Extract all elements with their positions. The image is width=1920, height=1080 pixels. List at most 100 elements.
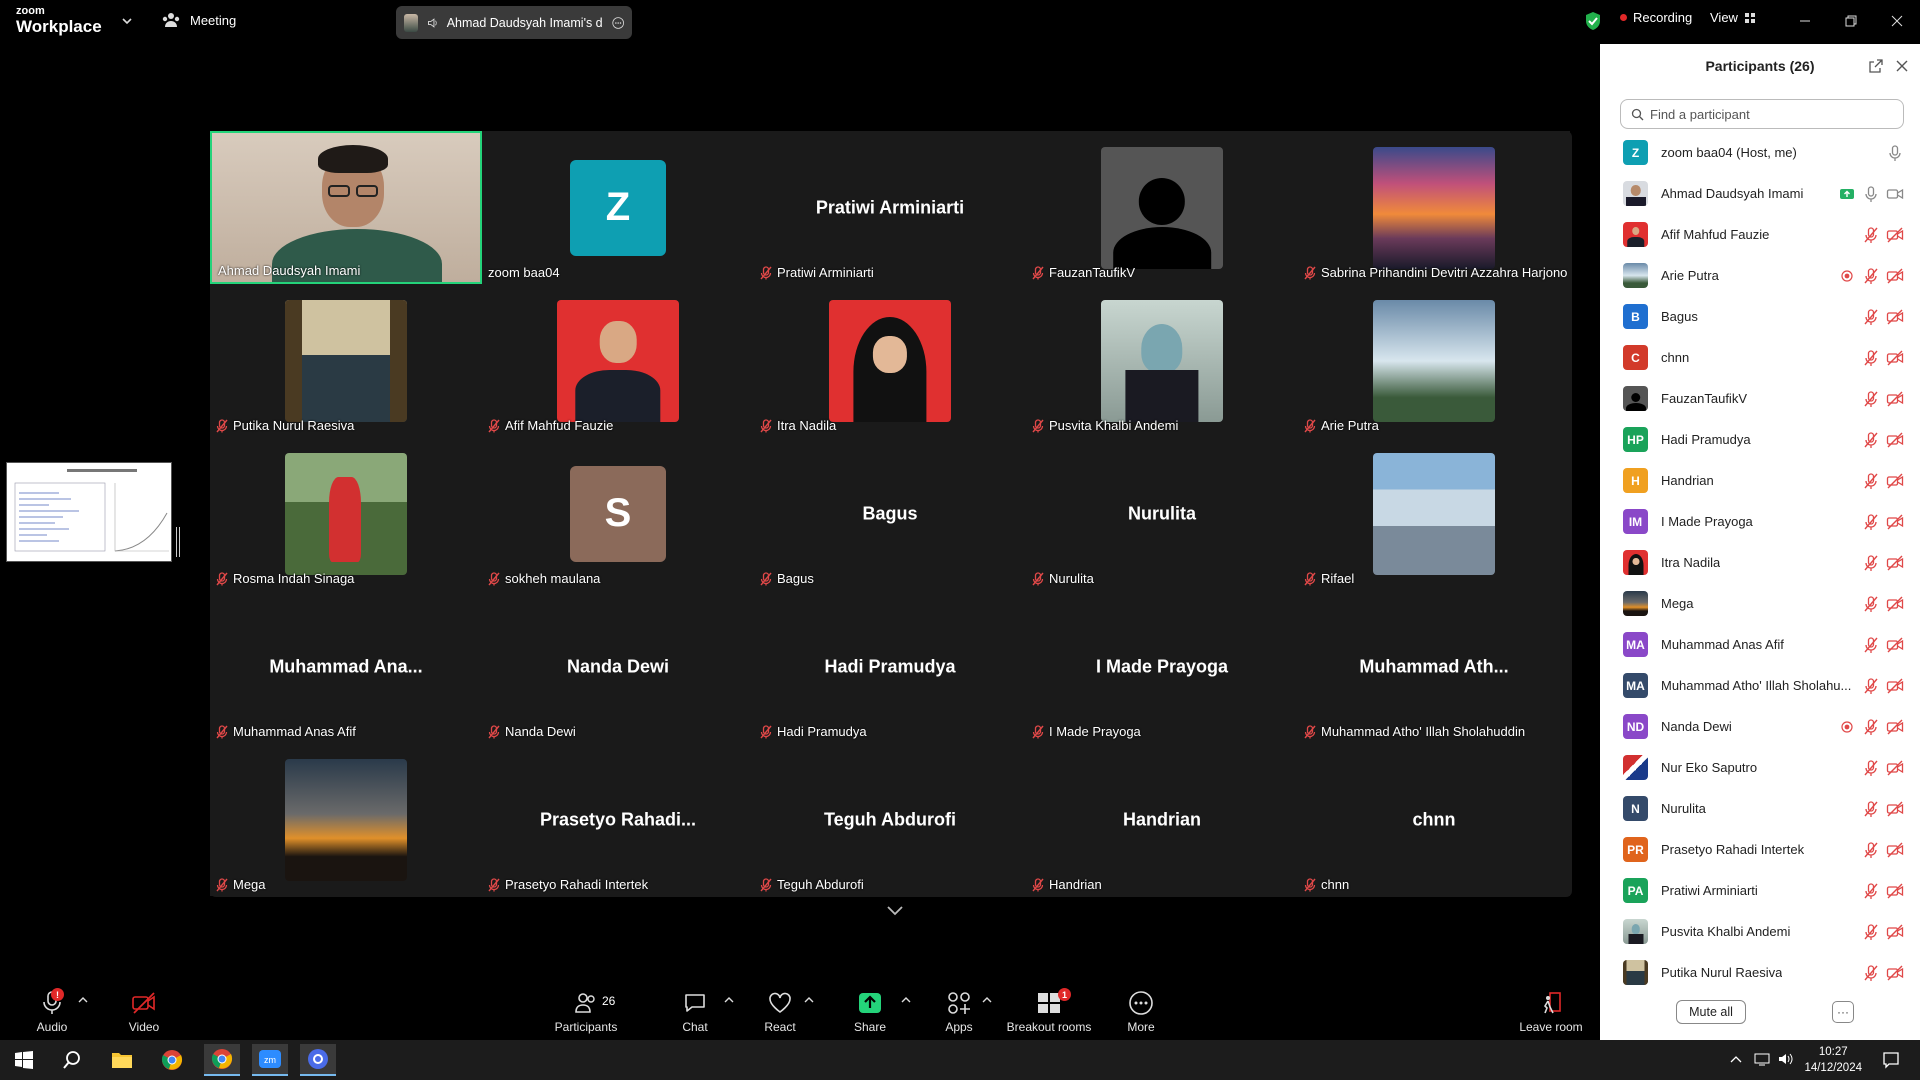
mic-off-icon[interactable]: [1862, 554, 1880, 572]
video-off-icon[interactable]: [1886, 677, 1904, 695]
video-tile[interactable]: chnn chnn: [1298, 743, 1570, 896]
participant-row[interactable]: HP Hadi Pramudya: [1600, 419, 1920, 460]
participant-row[interactable]: H Handrian: [1600, 460, 1920, 501]
video-off-icon[interactable]: [1886, 636, 1904, 654]
strip-resize-handle[interactable]: [176, 527, 180, 557]
search-input[interactable]: [1650, 106, 1890, 122]
participant-row[interactable]: PR Prasetyo Rahadi Intertek: [1600, 829, 1920, 870]
windows-start-icon[interactable]: [6, 1044, 42, 1076]
taskbar-clock[interactable]: 10:27 14/12/2024: [1804, 1044, 1862, 1076]
video-tile[interactable]: Teguh Abdurofi Teguh Abdurofi: [754, 743, 1026, 896]
participant-row[interactable]: IM I Made Prayoga: [1600, 501, 1920, 542]
video-tile[interactable]: Nanda Dewi Nanda Dewi: [482, 590, 754, 743]
mic-off-icon[interactable]: [1862, 595, 1880, 613]
participant-row[interactable]: Pusvita Khalbi Andemi: [1600, 911, 1920, 952]
recording-indicator[interactable]: Recording: [1620, 10, 1692, 25]
share-caret-icon[interactable]: [901, 996, 911, 1004]
more-options-icon[interactable]: [612, 15, 624, 31]
view-button[interactable]: View: [1710, 10, 1756, 25]
video-tile[interactable]: Muhammad Ana... Muhammad Anas Afif: [210, 590, 482, 743]
video-off-icon[interactable]: [1886, 964, 1904, 982]
video-tile[interactable]: FauzanTaufikV: [1026, 131, 1298, 284]
video-off-icon[interactable]: [1886, 554, 1904, 572]
video-off-icon[interactable]: [1886, 882, 1904, 900]
mic-off-icon[interactable]: [1862, 513, 1880, 531]
mic-off-icon[interactable]: [1862, 636, 1880, 654]
mic-off-icon[interactable]: [1862, 390, 1880, 408]
meeting-info-button[interactable]: Meeting: [162, 12, 236, 28]
video-off-icon[interactable]: [1886, 472, 1904, 490]
minimize-icon[interactable]: [1794, 10, 1816, 32]
chrome-icon[interactable]: [154, 1044, 190, 1076]
breakout-rooms-button[interactable]: Breakout rooms: [1004, 990, 1094, 1034]
mic-off-icon[interactable]: [1862, 431, 1880, 449]
video-off-icon[interactable]: [1886, 431, 1904, 449]
mic-off-icon[interactable]: [1862, 759, 1880, 777]
panel-more-button[interactable]: ···: [1832, 1001, 1854, 1023]
participant-row[interactable]: Arie Putra: [1600, 255, 1920, 296]
close-icon[interactable]: [1886, 10, 1908, 32]
close-panel-icon[interactable]: [1894, 58, 1910, 74]
video-off-icon[interactable]: [1886, 800, 1904, 818]
security-shield-icon[interactable]: [1584, 11, 1602, 31]
mic-off-icon[interactable]: [1862, 349, 1880, 367]
participant-row[interactable]: N Nurulita: [1600, 788, 1920, 829]
participant-row[interactable]: Nur Eko Saputro: [1600, 747, 1920, 788]
participant-row[interactable]: Cchnn: [1600, 337, 1920, 378]
video-off-icon[interactable]: [1886, 595, 1904, 613]
video-tile[interactable]: Rosma Indah Sinaga: [210, 437, 482, 590]
participant-row[interactable]: Itra Nadila: [1600, 542, 1920, 583]
video-off-icon[interactable]: [1886, 718, 1904, 736]
restore-icon[interactable]: [1840, 10, 1862, 32]
zoom-app-icon[interactable]: zm: [252, 1044, 288, 1076]
react-caret-icon[interactable]: [804, 996, 814, 1004]
active-speaker-indicator[interactable]: Ahmad Daudsyah Imami's d: [396, 6, 632, 39]
video-tile[interactable]: Ssokheh maulana: [482, 437, 754, 590]
video-off-icon[interactable]: [1886, 349, 1904, 367]
video-tile[interactable]: Bagus Bagus: [754, 437, 1026, 590]
more-button[interactable]: More: [1096, 990, 1186, 1034]
mic-off-icon[interactable]: [1862, 964, 1880, 982]
show-hidden-icons-icon[interactable]: [1730, 1054, 1742, 1064]
video-icon[interactable]: [1886, 185, 1904, 203]
video-off-icon[interactable]: [1886, 267, 1904, 285]
participant-row[interactable]: Putika Nurul Raesiva: [1600, 952, 1920, 987]
mic-off-icon[interactable]: [1862, 718, 1880, 736]
video-off-icon[interactable]: [1886, 923, 1904, 941]
mic-off-icon[interactable]: [1862, 677, 1880, 695]
video-tile[interactable]: Putika Nurul Raesiva: [210, 284, 482, 437]
chevron-down-icon[interactable]: [120, 14, 134, 28]
scroll-down-chevron-icon[interactable]: [884, 904, 906, 918]
shared-screen-thumbnail[interactable]: [6, 462, 172, 562]
participant-row[interactable]: MA Muhammad Anas Afif: [1600, 624, 1920, 665]
video-off-icon[interactable]: [1886, 226, 1904, 244]
video-tile[interactable]: Pratiwi Arminiarti Pratiwi Arminiarti: [754, 131, 1026, 284]
video-tile[interactable]: Zzoom baa04: [482, 131, 754, 284]
mic-off-icon[interactable]: [1862, 800, 1880, 818]
browser-app-icon[interactable]: [300, 1044, 336, 1076]
video-tile[interactable]: Arie Putra: [1298, 284, 1570, 437]
participant-row[interactable]: Mega: [1600, 583, 1920, 624]
video-off-icon[interactable]: [1886, 390, 1904, 408]
notifications-icon[interactable]: [1882, 1051, 1900, 1069]
video-off-icon[interactable]: [1886, 759, 1904, 777]
participant-row[interactable]: Afif Mahfud Fauzie: [1600, 214, 1920, 255]
volume-icon[interactable]: [1778, 1052, 1794, 1066]
participant-row[interactable]: Ahmad Daudsyah Imami: [1600, 173, 1920, 214]
video-tile[interactable]: Ahmad Daudsyah Imami: [210, 131, 482, 284]
chat-caret-icon[interactable]: [724, 996, 734, 1004]
video-tile[interactable]: Afif Mahfud Fauzie: [482, 284, 754, 437]
video-off-icon[interactable]: [1886, 513, 1904, 531]
mic-off-icon[interactable]: [1862, 267, 1880, 285]
video-off-icon[interactable]: [1886, 841, 1904, 859]
video-tile[interactable]: Mega: [210, 743, 482, 896]
mic-off-icon[interactable]: [1862, 226, 1880, 244]
participant-row[interactable]: Zzoom baa04 (Host, me): [1600, 132, 1920, 173]
participant-row[interactable]: ND Nanda Dewi: [1600, 706, 1920, 747]
participant-row[interactable]: FauzanTaufikV: [1600, 378, 1920, 419]
video-off-icon[interactable]: [1886, 308, 1904, 326]
apps-caret-icon[interactable]: [982, 996, 992, 1004]
video-tile[interactable]: Nurulita Nurulita: [1026, 437, 1298, 590]
audio-caret-icon[interactable]: [78, 996, 88, 1004]
network-icon[interactable]: [1754, 1052, 1770, 1066]
